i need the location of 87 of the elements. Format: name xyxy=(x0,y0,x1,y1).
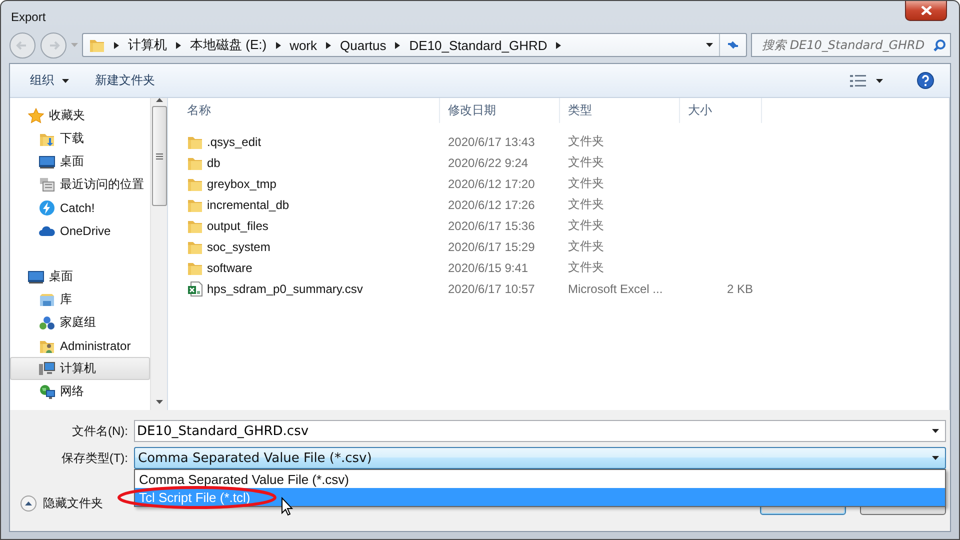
nav-item[interactable]: 网络 xyxy=(10,380,150,403)
dropdown-caret-icon xyxy=(932,429,939,433)
file-type: 文件夹 xyxy=(567,259,605,276)
caret-icon xyxy=(62,78,69,82)
view-list-icon[interactable] xyxy=(850,74,866,88)
help-icon[interactable] xyxy=(917,72,934,89)
computer-icon xyxy=(39,360,55,376)
chevron-icon xyxy=(556,42,562,48)
breadcrumb[interactable]: DE10_Standard_GHRD xyxy=(409,38,548,52)
file-name[interactable]: output_files xyxy=(207,218,268,232)
modified-date: 2020/6/17 15:29 xyxy=(447,240,536,254)
nav-item[interactable]: 库 xyxy=(10,288,150,311)
field-label: 文件名(N): xyxy=(71,422,128,440)
menu-button[interactable]: 组织 xyxy=(24,68,75,93)
chevron-icon xyxy=(114,42,119,48)
nav-item[interactable]: 桌面 xyxy=(10,265,150,288)
file-type: 文件夹 xyxy=(567,217,605,234)
folder-icon xyxy=(89,37,105,53)
modified-date: 2020/6/22 9:24 xyxy=(447,156,530,170)
file-type: 文件夹 xyxy=(567,196,605,213)
view-caret-icon xyxy=(876,78,883,82)
recent-places-icon xyxy=(39,176,55,192)
nav-item[interactable]: 计算机 xyxy=(10,357,150,380)
file-name[interactable]: .qsys_edit xyxy=(207,134,262,148)
file-name[interactable]: incremental_db xyxy=(207,198,290,212)
nav-item[interactable]: 家庭组 xyxy=(10,311,150,334)
star-icon xyxy=(28,108,44,124)
library-icon xyxy=(39,292,55,308)
file-size: 2 KB xyxy=(726,282,754,296)
file-type: 文件夹 xyxy=(567,238,605,255)
dropdown-caret-icon xyxy=(706,43,712,47)
chevron-icon xyxy=(326,42,332,48)
file-type: 文件夹 xyxy=(567,133,605,150)
dropdown-caret-icon xyxy=(932,456,939,460)
back-button[interactable] xyxy=(9,32,36,58)
nav-item[interactable]: 下载 xyxy=(10,127,150,150)
toolbar-button[interactable]: 新建文件夹 xyxy=(89,68,161,93)
modified-date: 2020/6/12 17:20 xyxy=(447,176,536,190)
field-label: 保存类型(T): xyxy=(60,450,128,466)
address-bar[interactable]: 计算机 本地磁盘 (E:) work Quartus DE10_Standard_GHRD xyxy=(82,33,747,57)
file-name[interactable]: greybox_tmp xyxy=(207,176,276,190)
close-icon xyxy=(920,6,932,15)
hide-folders-button[interactable]: 隐藏文件夹 xyxy=(20,494,103,512)
file-name[interactable]: db xyxy=(207,156,220,170)
close-button[interactable] xyxy=(905,1,947,21)
breadcrumb[interactable]: Quartus xyxy=(340,38,386,52)
breadcrumb[interactable]: 本地磁盘 (E:) xyxy=(190,36,267,54)
spreadsheet-file-icon xyxy=(187,280,203,296)
nav-item[interactable]: 收藏夹 xyxy=(10,104,150,127)
network-icon xyxy=(39,384,55,400)
chevron-icon xyxy=(395,42,400,48)
forward-button[interactable] xyxy=(40,32,67,58)
modified-date: 2020/6/12 17:26 xyxy=(447,198,536,212)
breadcrumb[interactable]: work xyxy=(290,38,318,52)
modified-date: 2020/6/17 13:43 xyxy=(447,134,536,148)
file-type: 文件夹 xyxy=(567,175,605,192)
scrollbar[interactable] xyxy=(150,98,167,410)
filename-field[interactable]: DE10_Standard_GHRD.csv xyxy=(134,420,946,442)
nav-item[interactable]: Catch! xyxy=(10,196,150,219)
file-name[interactable]: hps_sdram_p0_summary.csv xyxy=(207,282,363,296)
file-type: 文件夹 xyxy=(567,154,605,171)
nav-item[interactable]: OneDrive xyxy=(10,219,150,242)
chevron-icon xyxy=(276,42,281,48)
file-type-dropdown[interactable]: Comma Separated Value File (*.csv) xyxy=(134,447,946,469)
modified-date: 2020/6/15 9:41 xyxy=(447,260,530,274)
search-icon xyxy=(933,38,946,52)
homegroup-icon xyxy=(39,314,55,330)
file-name[interactable]: soc_system xyxy=(207,240,270,254)
search-field[interactable]: 搜索 DE10_Standard_GHRD xyxy=(751,33,951,57)
modified-date: 2020/6/17 15:36 xyxy=(447,218,536,232)
breadcrumb[interactable]: 计算机 xyxy=(128,36,167,54)
dropdown-option[interactable]: Comma Separated Value File (*.csv) xyxy=(135,470,945,488)
modified-date: 2020/6/17 10:57 xyxy=(447,282,536,296)
nav-item[interactable]: 最近访问的位置 xyxy=(10,173,150,196)
file-type: Microsoft Excel ... xyxy=(567,282,664,296)
chevron-icon xyxy=(176,42,181,48)
desktop-icon xyxy=(39,154,55,170)
selected-file-type: Comma Separated Value File (*.csv) xyxy=(138,450,373,466)
window-title: Export xyxy=(11,10,46,24)
file-name[interactable]: software xyxy=(207,260,252,274)
grip-icon xyxy=(156,152,162,160)
scroll-down-icon xyxy=(156,400,162,404)
desktop-icon xyxy=(28,268,44,284)
nav-item[interactable]: 桌面 xyxy=(10,150,150,173)
lightning-icon xyxy=(39,200,55,216)
nav-item[interactable]: Administrator xyxy=(10,334,150,357)
collapse-icon xyxy=(20,494,37,512)
